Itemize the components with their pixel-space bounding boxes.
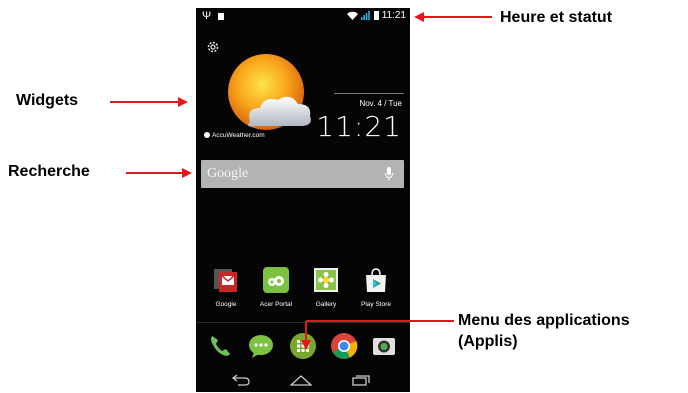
navigation-bar (196, 370, 410, 392)
status-time: 11:21 (381, 10, 406, 21)
phone-icon[interactable] (206, 332, 234, 360)
notification-icon (218, 12, 225, 20)
app-label: Google (215, 301, 237, 308)
weather-provider-label: AccuWeather.com (212, 132, 265, 139)
clock-divider (334, 93, 404, 94)
gear-icon[interactable] (206, 40, 220, 54)
microphone-icon[interactable] (384, 167, 394, 181)
search-placeholder: Google (207, 166, 249, 181)
app-gallery[interactable]: Gallery (303, 266, 349, 308)
app-label: Acer Portal (259, 301, 293, 308)
home-app-row: Google Acer Portal Gallery Play Store (196, 266, 410, 312)
signal-icon (360, 10, 370, 20)
search-callout-arrow (126, 168, 192, 178)
status-callout-arrow (414, 12, 492, 22)
messaging-icon[interactable] (247, 332, 275, 360)
widget-clock[interactable]: 11:21 (316, 110, 402, 143)
app-google[interactable]: Google (203, 266, 249, 308)
play-store-icon (366, 268, 386, 292)
accuweather-logo-icon (204, 132, 210, 139)
status-callout-label: Heure et statut (500, 9, 613, 26)
status-bar-left: Ψ (202, 8, 225, 25)
battery-icon (373, 10, 379, 20)
wifi-icon (346, 11, 358, 20)
acer-portal-icon (263, 267, 289, 293)
google-search-bar[interactable]: Google (201, 160, 404, 188)
widgets-callout-label: Widgets (16, 92, 79, 109)
recents-icon[interactable] (352, 374, 370, 386)
weather-sun-cloud-icon[interactable] (220, 50, 320, 140)
app-play-store[interactable]: Play Store (353, 266, 399, 308)
app-label: Gallery (315, 301, 337, 308)
google-folder-icon (214, 269, 237, 292)
status-bar-right: 11:21 (346, 8, 406, 24)
status-bar: Ψ 11:21 (196, 8, 410, 24)
home-icon[interactable] (290, 374, 312, 386)
apps-callout-label-line1: Menu des applications (458, 312, 630, 329)
app-acer-portal[interactable]: Acer Portal (253, 266, 299, 308)
widget-date: Nov. 4 / Tue (359, 99, 402, 108)
weather-provider[interactable]: AccuWeather.com (204, 132, 265, 139)
apps-callout-label-line2: (Applis) (458, 333, 518, 350)
app-label: Play Store (361, 301, 391, 308)
widgets-callout-arrow (110, 97, 188, 107)
gallery-icon (314, 268, 338, 292)
apps-callout-arrow (301, 320, 454, 350)
back-icon[interactable] (232, 374, 250, 386)
search-callout-label: Recherche (8, 163, 90, 180)
usb-icon: Ψ (202, 10, 212, 22)
